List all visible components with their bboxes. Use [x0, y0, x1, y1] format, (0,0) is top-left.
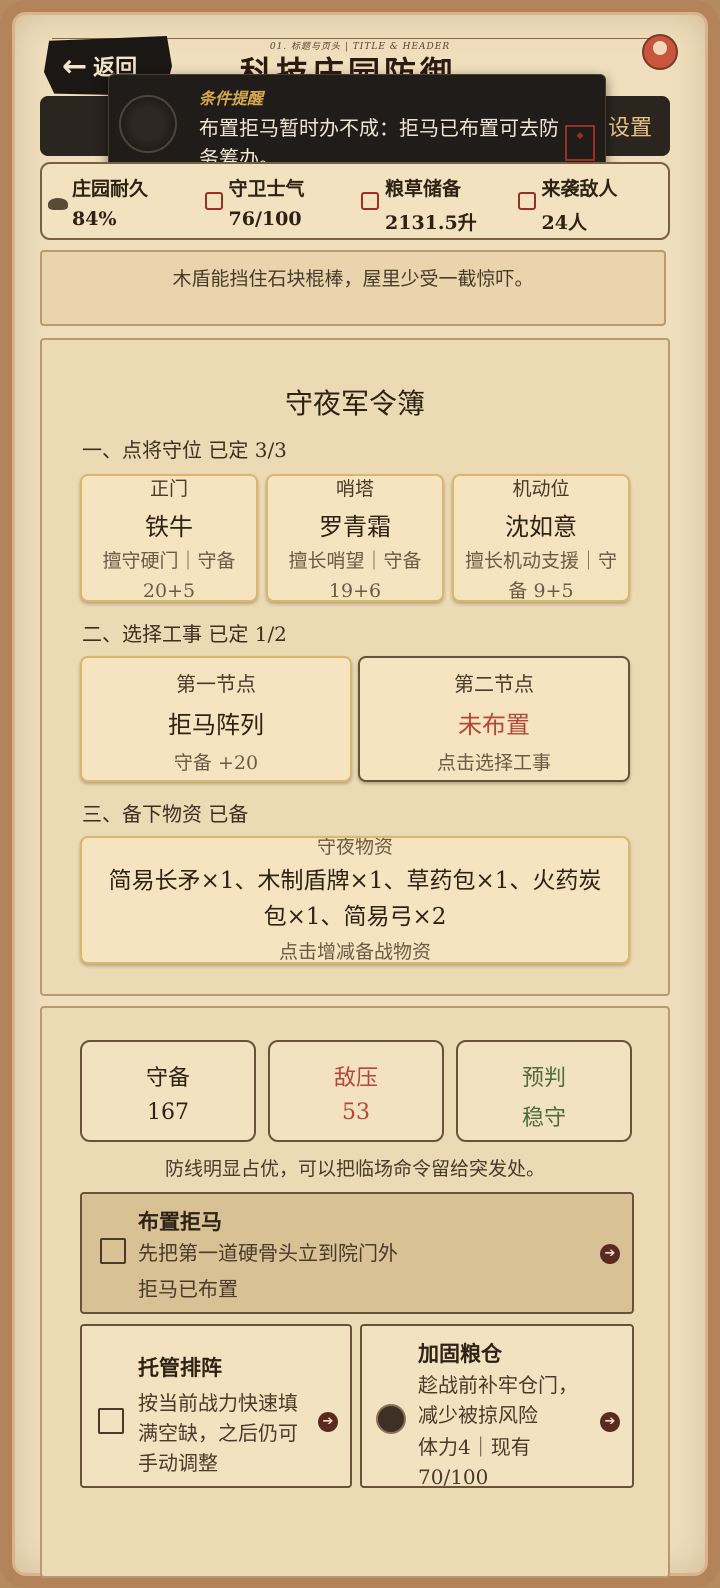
stat-value: 76/100 — [228, 208, 302, 230]
action-title: 布置拒马 — [138, 1209, 222, 1234]
stat-grain: 粮草储备 2131.5升 — [355, 164, 512, 238]
action-title: 加固粮仓 — [418, 1341, 502, 1366]
action-desc: 趁战前补牢仓门，减少被掠风险 — [418, 1373, 578, 1427]
seal-icon — [100, 1238, 126, 1264]
seal-icon — [98, 1408, 124, 1434]
battle-note: 防线明显占优，可以把临场命令留给突发处。 — [164, 1158, 545, 1180]
arrow-right-icon: ➔ — [600, 1244, 620, 1264]
night-watch-ledger: 守夜军令簿 一、点将守位 已定 3/3 正门 铁牛 擅守硬门｜守备 20+5 哨… — [40, 338, 670, 996]
stat-label: 庄园耐久 — [72, 178, 149, 200]
action-cost: 体力4｜现有70/100 — [418, 1435, 531, 1489]
node-name: 未布置 — [458, 711, 530, 739]
metric-label: 预判 — [521, 1066, 566, 1091]
back-arrow-icon: ← — [62, 48, 88, 84]
red-seal-icon: ◆ — [565, 125, 595, 161]
slot-card-mobile[interactable]: 机动位 沈如意 擅长机动支援｜守备 9+5 — [452, 474, 630, 602]
flavor-text: 木盾能挡住石块棍棒，屋里少受一截惊吓。 — [40, 250, 666, 326]
stat-durability: 庄园耐久 84% — [42, 164, 199, 238]
metric-value: 稳守 — [521, 1106, 566, 1131]
condition-toast[interactable]: 条件提醒 布置拒马暂时办不成：拒马已布置可去防务筹办。 ◆ — [108, 74, 606, 172]
auto-arrange-button[interactable]: 托管排阵 按当前战力快速填满空缺，之后仍可手动调整 ➔ — [80, 1324, 352, 1488]
section-generals: 一、点将守位 已定 3/3 — [82, 438, 287, 462]
battle-panel: 守备 167 敌压 53 预判 稳守 防线明显占优，可以把临场命令留给突发处。 … — [40, 1006, 670, 1578]
action-title: 托管排阵 — [138, 1355, 222, 1380]
metric-value: 167 — [147, 1100, 189, 1125]
stat-value: 24人 — [541, 212, 587, 234]
section-supplies: 三、备下物资 已备 — [82, 802, 249, 826]
node-sub: 守备 +20 — [173, 752, 259, 774]
stat-label: 来袭敌人 — [541, 178, 618, 200]
slot-position: 正门 — [149, 478, 188, 500]
deploy-barrier-button[interactable]: 布置拒马 先把第一道硬骨头立到院门外 拒马已布置 ➔ — [80, 1192, 634, 1314]
reinforce-granary-button[interactable]: 加固粮仓 趁战前补牢仓门，减少被掠风险 体力4｜现有70/100 ➔ — [360, 1324, 634, 1489]
metric-value: 53 — [342, 1100, 370, 1125]
slot-desc: 擅守硬门｜守备 20+5 — [102, 550, 236, 602]
slot-card-gate[interactable]: 正门 铁牛 擅守硬门｜守备 20+5 — [80, 474, 258, 602]
metric-forecast: 预判 稳守 — [456, 1040, 632, 1142]
stat-label: 粮草储备 — [385, 178, 462, 200]
seal-icon — [204, 192, 223, 210]
node-card-second[interactable]: 第二节点 未布置 点击选择工事 — [358, 656, 630, 782]
supplies-card[interactable]: 守夜物资 简易长矛×1、木制盾牌×1、草药包×1、火药炭包×1、简易弓×2 点击… — [80, 836, 630, 964]
slot-name: 罗青霜 — [319, 513, 391, 541]
slot-desc: 擅长机动支援｜守备 9+5 — [464, 550, 617, 602]
ledger-title: 守夜军令簿 — [284, 387, 425, 420]
toast-title: 条件提醒 — [199, 89, 264, 108]
metric-enemy-pressure: 敌压 53 — [268, 1040, 444, 1142]
slot-name: 铁牛 — [145, 513, 193, 541]
metric-defense: 守备 167 — [80, 1040, 256, 1142]
action-desc: 先把第一道硬骨头立到院门外 — [138, 1241, 398, 1265]
slot-card-tower[interactable]: 哨塔 罗青霜 擅长哨望｜守备 19+6 — [266, 474, 444, 602]
stat-enemies: 来袭敌人 24人 — [512, 164, 669, 238]
stat-morale: 守卫士气 76/100 — [199, 164, 356, 238]
slot-position: 机动位 — [512, 478, 570, 500]
node-sub: 点击选择工事 — [436, 752, 551, 774]
node-label: 第二节点 — [454, 672, 534, 696]
arrow-right-icon: ➔ — [318, 1412, 338, 1432]
metric-label: 敌压 — [333, 1066, 378, 1091]
stat-value: 84% — [72, 208, 117, 230]
settings-button[interactable]: 设置 — [608, 110, 652, 142]
node-card-first[interactable]: 第一节点 拒马阵列 守备 +20 — [80, 656, 352, 782]
emblem-icon — [119, 95, 177, 153]
arrow-right-icon: ➔ — [600, 1412, 620, 1432]
cart-icon — [48, 198, 68, 210]
action-desc: 按当前战力快速填满空缺，之后仍可手动调整 — [138, 1391, 298, 1475]
slot-position: 哨塔 — [335, 478, 374, 500]
seal-icon — [361, 192, 379, 210]
stats-bar: 庄园耐久 84% 守卫士气 76/100 粮草储备 2131.5升 来袭敌人 2… — [40, 162, 670, 240]
stat-value: 2131.5升 — [385, 212, 477, 234]
action-status: 拒马已布置 — [138, 1277, 238, 1301]
metric-label: 守备 — [145, 1066, 190, 1091]
section-works: 二、选择工事 已定 1/2 — [82, 622, 287, 646]
node-name: 拒马阵列 — [168, 711, 264, 739]
slot-desc: 擅长哨望｜守备 19+6 — [288, 550, 422, 602]
supplies-hint: 点击增减备战物资 — [278, 941, 431, 963]
supplies-label: 守夜物资 — [316, 836, 393, 858]
coin-icon — [376, 1404, 406, 1434]
stat-label: 守卫士气 — [228, 178, 305, 200]
seal-icon — [517, 192, 536, 210]
supplies-list: 简易长矛×1、木制盾牌×1、草药包×1、火药炭包×1、简易弓×2 — [108, 868, 602, 930]
slot-name: 沈如意 — [505, 513, 577, 541]
avatar[interactable] — [642, 34, 678, 70]
node-label: 第一节点 — [176, 672, 256, 696]
